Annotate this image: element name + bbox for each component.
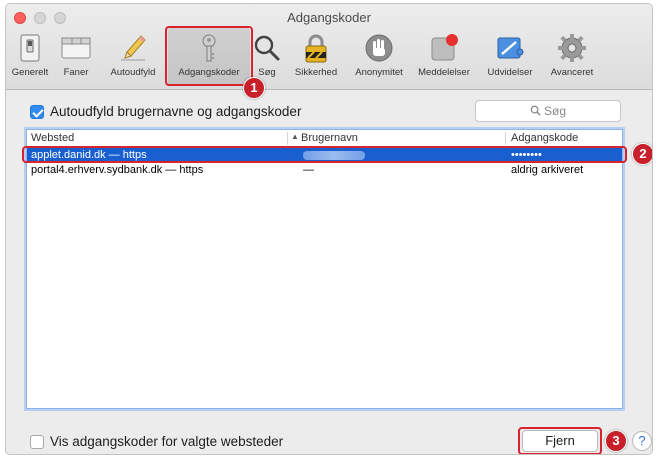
row-password: aldrig arkiveret — [511, 164, 584, 176]
row-site: portal4.erhverv.sydbank.dk — https — [31, 164, 204, 176]
show-passwords-label: Vis adgangskoder for valgte websteder — [50, 434, 284, 449]
callout-badge-3: 3 — [605, 430, 627, 452]
column-header-adgangskode[interactable]: Adgangskode — [511, 132, 578, 144]
tab-avanceret[interactable]: Avanceret — [542, 28, 602, 86]
titlebar: Adgangskoder Generelt Faner Autoudfyld A… — [6, 4, 652, 90]
column-header-brugernavn[interactable]: Brugernavn — [301, 132, 358, 144]
tab-udvidelser[interactable]: Udvidelser — [480, 28, 540, 86]
passwords-pane: Autoudfyld brugernavne og adgangskoder S… — [6, 91, 652, 454]
tab-meddelelser[interactable]: Meddelelser — [411, 28, 477, 86]
show-passwords-checkbox[interactable] — [30, 434, 44, 449]
magnifier-icon — [254, 35, 280, 61]
row-username: — — [303, 164, 314, 176]
passwords-table[interactable]: Websted ▲ Brugernavn Adgangskode applet.… — [26, 129, 623, 409]
tab-label: Generelt — [11, 67, 49, 78]
tab-autoudfyld[interactable]: Autoudfyld — [100, 28, 166, 86]
puzzle-extensions-icon — [497, 37, 524, 59]
callout-badge-2: 2 — [632, 143, 652, 165]
table-row[interactable]: portal4.erhverv.sydbank.dk — https — ald… — [27, 163, 622, 178]
callout-box-3 — [518, 427, 602, 454]
callout-box-2 — [22, 146, 627, 163]
help-button[interactable]: ? — [632, 431, 652, 451]
tab-sikkerhed[interactable]: Sikkerhed — [288, 28, 344, 86]
notification-badge-icon — [431, 34, 458, 61]
window-title: Adgangskoder — [287, 10, 371, 25]
tab-label: Faner — [63, 67, 89, 78]
search-placeholder: Søg — [476, 104, 620, 118]
autofill-checkbox[interactable] — [30, 104, 44, 119]
tab-label: Avanceret — [550, 67, 594, 78]
padlock-icon — [305, 34, 327, 63]
tab-label: Udvidelser — [487, 67, 533, 78]
column-header-websted[interactable]: Websted — [31, 132, 74, 144]
sort-ascending-icon: ▲ — [291, 132, 299, 141]
table-header: Websted ▲ Brugernavn Adgangskode — [27, 130, 622, 147]
general-switch-icon — [20, 34, 40, 62]
column-divider — [287, 132, 288, 145]
autofill-label: Autoudfyld brugernavne og adgangskoder — [50, 104, 302, 119]
tabs-window-icon — [61, 37, 91, 59]
preferences-window: Adgangskoder Generelt Faner Autoudfyld A… — [5, 3, 653, 455]
tab-faner[interactable]: Faner — [56, 28, 96, 86]
show-passwords-row[interactable]: Vis adgangskoder for valgte websteder — [30, 434, 283, 449]
search-field[interactable]: Søg — [475, 100, 621, 122]
search-placeholder-text: Søg — [543, 104, 566, 118]
hand-icon — [365, 34, 393, 62]
tab-label: Meddelelser — [418, 67, 470, 78]
search-icon — [530, 105, 541, 116]
autofill-row[interactable]: Autoudfyld brugernavne og adgangskoder — [30, 104, 301, 119]
tab-label: Sikkerhed — [294, 67, 338, 78]
tab-label: Autoudfyld — [110, 67, 156, 78]
tab-generelt[interactable]: Generelt — [8, 28, 52, 86]
tab-anonymitet[interactable]: Anonymitet — [349, 28, 409, 86]
column-divider — [505, 132, 506, 145]
tab-label: Anonymitet — [355, 67, 403, 78]
pencil-autofill-icon — [121, 35, 146, 61]
toolbar: Generelt Faner Autoudfyld Adgangskoder S… — [6, 28, 652, 86]
gear-icon — [558, 34, 586, 62]
callout-box-1 — [165, 26, 253, 86]
